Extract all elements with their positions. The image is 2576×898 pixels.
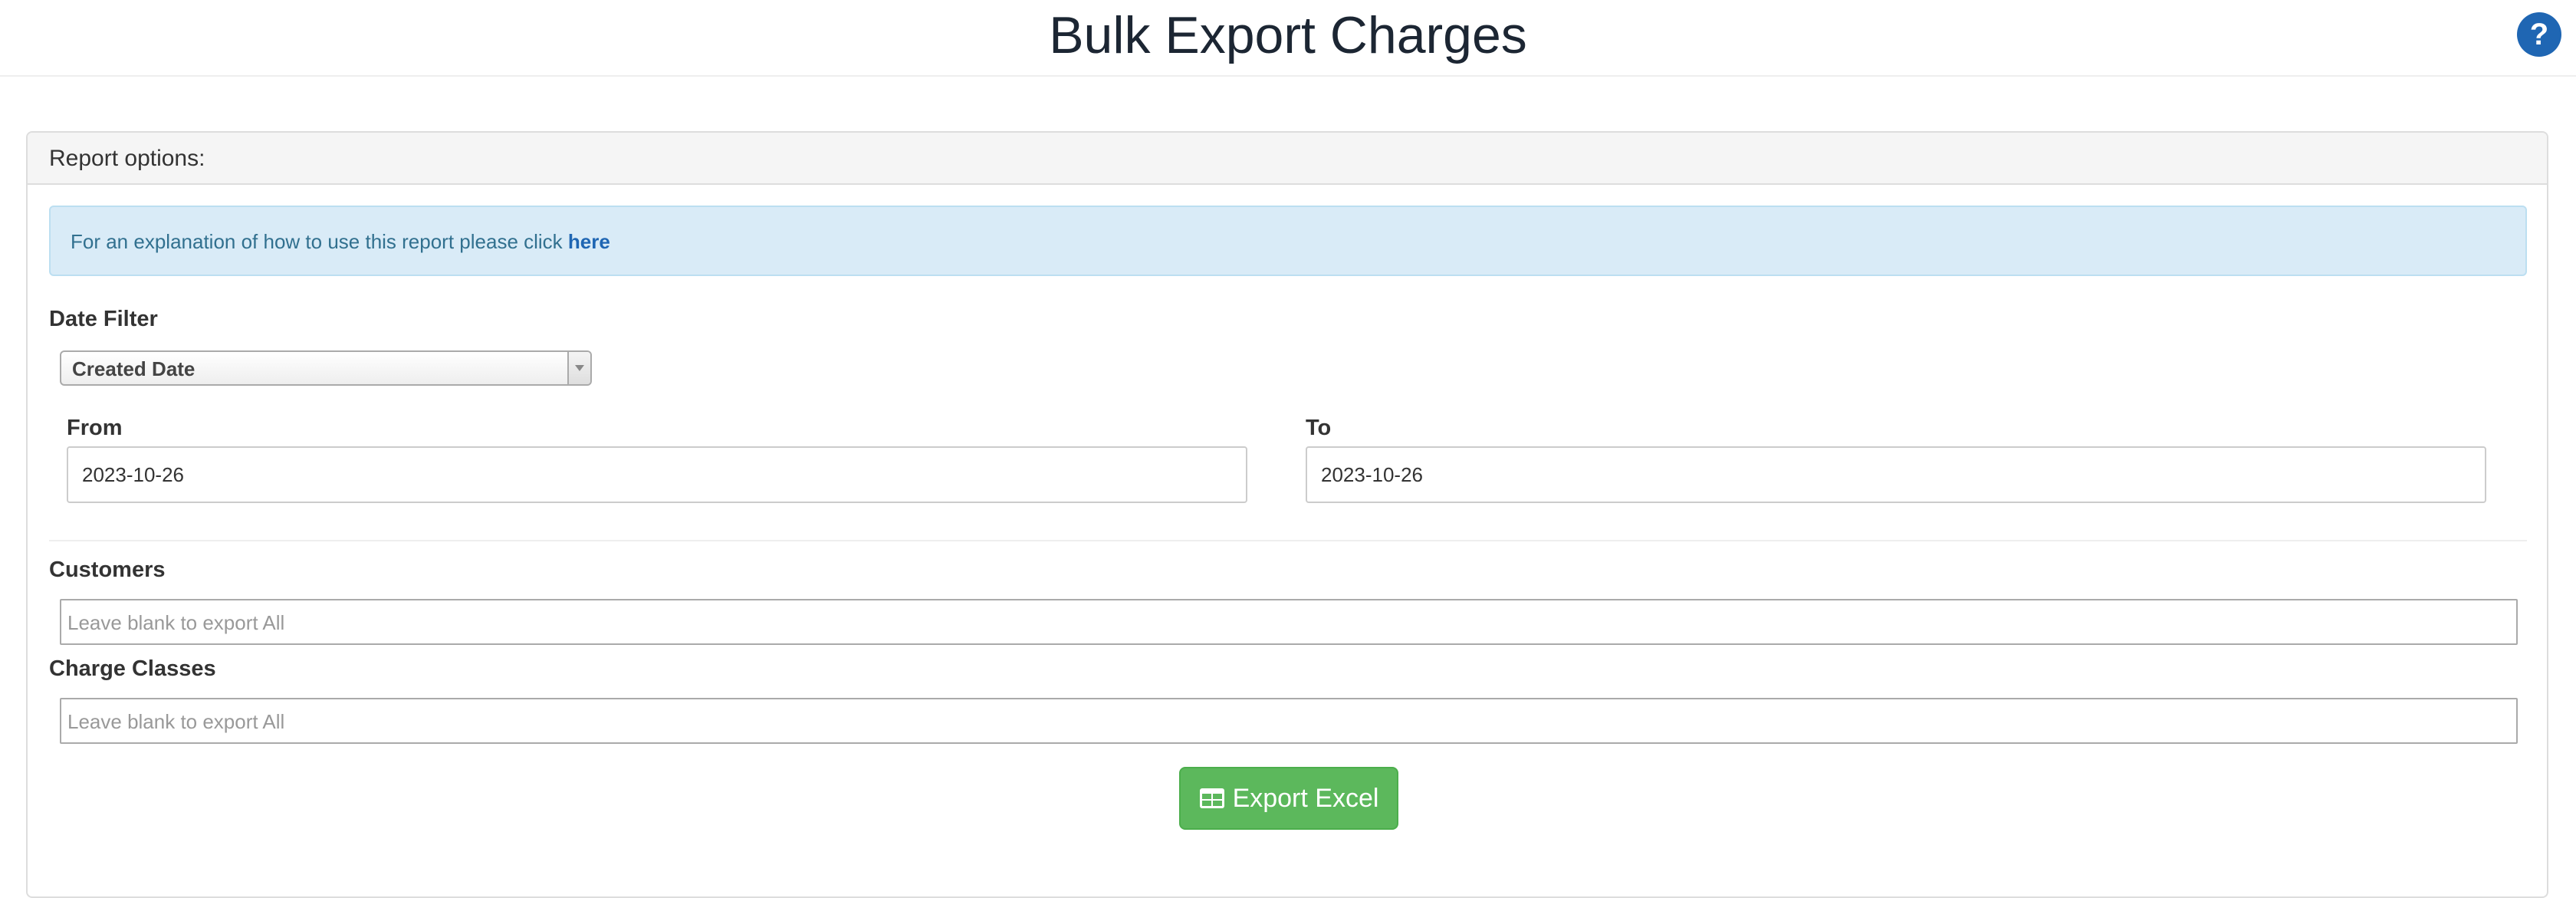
charge-classes-label: Charge Classes	[49, 656, 216, 681]
page-title: Bulk Export Charges	[1049, 6, 1527, 64]
panel-heading: Report options:	[28, 133, 2547, 185]
charge-classes-input[interactable]: Leave blank to export All	[60, 698, 2518, 744]
info-alert-text: For an explanation of how to use this re…	[71, 229, 610, 254]
page-header: Bulk Export Charges ?	[0, 0, 2576, 77]
date-filter-selected: Created Date	[72, 357, 196, 380]
customers-label: Customers	[49, 558, 166, 582]
date-filter-select[interactable]: Created Date	[60, 350, 592, 386]
info-alert: For an explanation of how to use this re…	[49, 206, 2527, 276]
divider	[49, 540, 2527, 541]
customers-input[interactable]: Leave blank to export All	[60, 599, 2518, 645]
to-date-input[interactable]	[1306, 446, 2486, 503]
charge-classes-placeholder: Leave blank to export All	[67, 710, 285, 733]
explanation-link[interactable]: here	[568, 230, 610, 253]
date-filter-label: Date Filter	[49, 307, 158, 331]
report-options-panel: Report options: For an explanation of ho…	[26, 131, 2548, 898]
export-excel-button[interactable]: Export Excel	[1179, 767, 1398, 830]
help-button[interactable]: ?	[2517, 12, 2561, 57]
table-icon	[1199, 788, 1224, 808]
help-icon: ?	[2529, 18, 2549, 51]
to-label: To	[1306, 416, 1332, 440]
panel-heading-title: Report options:	[49, 146, 205, 171]
from-date-input[interactable]	[67, 446, 1247, 503]
info-text: For an explanation of how to use this re…	[71, 230, 568, 253]
chevron-down-icon	[567, 352, 590, 384]
from-label: From	[67, 416, 123, 440]
export-excel-label: Export Excel	[1232, 784, 1379, 813]
customers-placeholder: Leave blank to export All	[67, 611, 285, 634]
